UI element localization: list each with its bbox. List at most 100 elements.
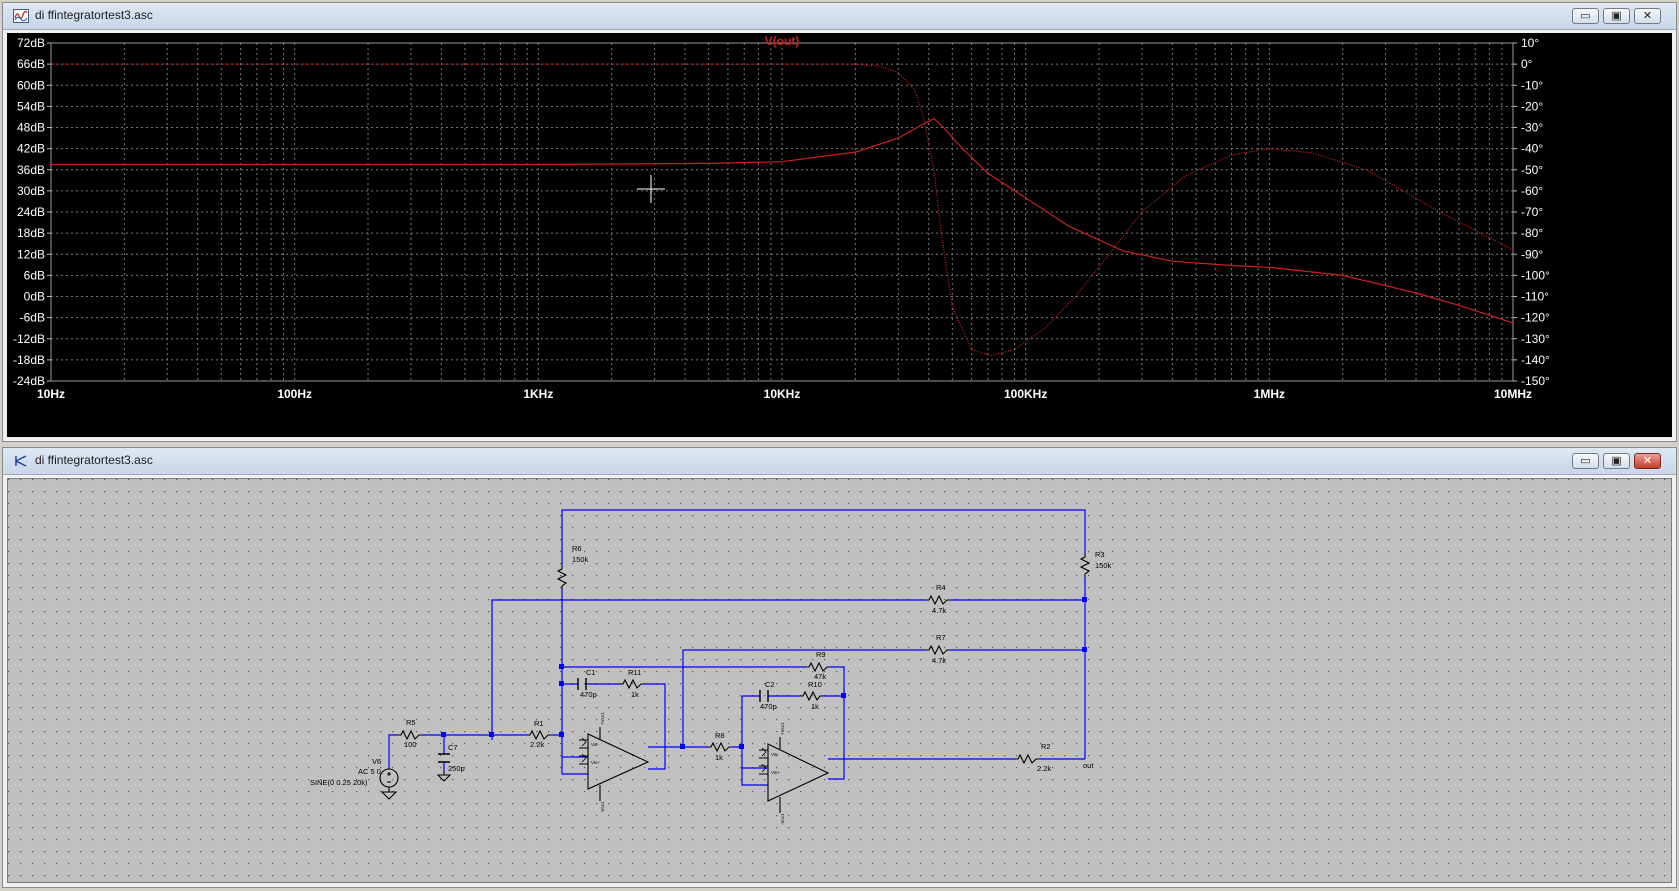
r10-value: 1k xyxy=(811,702,819,711)
restore-button[interactable]: ✕ xyxy=(1634,8,1661,24)
schematic-icon xyxy=(15,455,27,467)
c7-value: 250p xyxy=(448,764,465,773)
right-axis-label: -80° xyxy=(1521,226,1543,240)
right-axis-label: -140° xyxy=(1521,353,1550,367)
x-axis-label: 10KHz xyxy=(764,387,801,401)
schematic-window-titlebar[interactable]: di ffintegratortest3.asc ▭ ▣ ✕ xyxy=(3,448,1676,475)
left-axis-label: 24dB xyxy=(17,205,45,219)
schematic-window[interactable]: di ffintegratortest3.asc ▭ ▣ ✕ R6 150k R… xyxy=(2,447,1677,888)
bode-plot[interactable]: 72dB 66dB 60dB 54dB 48dB 42dB 36dB 30dB 24dB 18dB… xyxy=(7,33,1672,437)
minimize-button[interactable]: ▭ xyxy=(1572,453,1599,469)
r6-value: 150k xyxy=(572,555,589,564)
maximize-button[interactable]: ▣ xyxy=(1603,8,1630,24)
c1-name: C1 xyxy=(586,668,596,677)
schematic-drawing[interactable]: R6 150k R3 150k R4 4.7k R7 4.7k R9 47k C… xyxy=(8,479,1672,883)
left-axis-label: 54dB xyxy=(17,99,45,113)
right-axis-label: -150° xyxy=(1521,374,1550,388)
left-axis-label: -18dB xyxy=(13,353,45,367)
right-axis-label: -10° xyxy=(1521,78,1543,92)
c2-name: C2 xyxy=(765,680,775,689)
close-button[interactable]: ✕ xyxy=(1634,453,1661,469)
r4-value: 4.7k xyxy=(932,606,946,615)
plot-area[interactable]: 72dB 66dB 60dB 54dB 48dB 42dB 36dB 30dB 24dB 18dB… xyxy=(7,33,1672,437)
minimize-icon: ▭ xyxy=(1580,455,1591,467)
left-axis-label: 30dB xyxy=(17,184,45,198)
left-axis-label: 12dB xyxy=(17,247,45,261)
v6-sine: SINE(0 0.25 20k) xyxy=(310,778,368,787)
r9-name: R9 xyxy=(816,650,826,659)
left-axis-label: -6dB xyxy=(20,311,45,325)
r2-value: 2.2k xyxy=(1037,764,1051,773)
r10-name: R10 xyxy=(808,680,822,689)
r1-value: 2.2k xyxy=(530,740,544,749)
maximize-icon: ▣ xyxy=(1611,455,1622,467)
left-axis-label: 36dB xyxy=(17,163,45,177)
r7-name: R7 xyxy=(936,633,946,642)
plot-window-title: di ffintegratortest3.asc xyxy=(35,8,153,22)
maximize-button[interactable]: ▣ xyxy=(1603,453,1630,469)
r7-value: 4.7k xyxy=(932,656,946,665)
close-icon: ✕ xyxy=(1642,455,1653,467)
x-axis-label: 10MHz xyxy=(1494,387,1532,401)
left-axis-label: 0dB xyxy=(24,290,45,304)
x-axis-label: 100KHz xyxy=(1004,387,1047,401)
right-axis-label: -50° xyxy=(1521,163,1543,177)
left-axis-label: 60dB xyxy=(17,78,45,92)
v6-name: V6 xyxy=(372,757,381,766)
u1-vcc-label: +Vcc1 xyxy=(600,712,605,725)
plot-window[interactable]: di ffintegratortest3.asc ▭ ▣ ✕ 72dB 66dB 6… xyxy=(2,2,1677,442)
u2-vee-label: -Vcc1 xyxy=(780,813,785,825)
left-axis-label: 6dB xyxy=(24,268,45,282)
c7-name: C7 xyxy=(448,743,458,752)
u1-vin-p-label: Vin+ xyxy=(591,760,600,765)
c2-value: 470p xyxy=(760,702,777,711)
schematic-window-title: di ffintegratortest3.asc xyxy=(35,453,153,467)
right-axis-label: -130° xyxy=(1521,332,1550,346)
x-axis-label: 10Hz xyxy=(37,387,65,401)
left-axis-label: 18dB xyxy=(17,226,45,240)
left-axis-label: 42dB xyxy=(17,142,45,156)
right-axis-label: 10° xyxy=(1521,36,1539,50)
plot-window-titlebar[interactable]: di ffintegratortest3.asc ▭ ▣ ✕ xyxy=(3,3,1676,30)
out-net-label: out xyxy=(1083,761,1094,770)
close-icon: ✕ xyxy=(1642,10,1653,22)
r5-value: 100 xyxy=(404,740,417,749)
right-axis-label: -100° xyxy=(1521,268,1550,282)
right-axis-label: -60° xyxy=(1521,184,1543,198)
right-axis-label: -70° xyxy=(1521,205,1543,219)
u2-vin-n-label: Vin- xyxy=(771,752,779,757)
r2-name: R2 xyxy=(1041,742,1051,751)
c1-value: 470p xyxy=(580,690,597,699)
right-axis-label: -30° xyxy=(1521,121,1543,135)
right-axis-label: 0° xyxy=(1521,57,1533,71)
r5-name: R5 xyxy=(406,718,416,727)
v6-ac: AC 5 0 xyxy=(358,767,381,776)
u2-vcc-label: +Vcc1 xyxy=(780,722,785,735)
grid-dots xyxy=(8,479,1671,882)
x-axis-label: 1KHz xyxy=(523,387,553,401)
waveform-icon xyxy=(13,9,29,23)
right-axis-label: -20° xyxy=(1521,99,1543,113)
r8-name: R8 xyxy=(715,731,725,740)
right-axis-label: -120° xyxy=(1521,311,1550,325)
r6-name: R6 xyxy=(572,544,582,553)
right-axis-label: -40° xyxy=(1521,142,1543,156)
u2-vin-p-label: Vin+ xyxy=(771,770,780,775)
trace-label: V(out) xyxy=(765,34,800,48)
r3-name: R3 xyxy=(1095,550,1105,559)
schematic-canvas[interactable]: R6 150k R3 150k R4 4.7k R7 4.7k R9 47k C… xyxy=(7,478,1672,883)
r11-value: 1k xyxy=(631,690,639,699)
right-axis-label: -90° xyxy=(1521,247,1543,261)
x-axis-label: 1MHz xyxy=(1254,387,1285,401)
left-axis-label: 72dB xyxy=(17,36,45,50)
r8-value: 1k xyxy=(715,753,723,762)
r4-name: R4 xyxy=(936,583,946,592)
left-axis-label: 66dB xyxy=(17,57,45,71)
x-axis-label: 100Hz xyxy=(277,387,312,401)
maximize-icon: ▣ xyxy=(1611,10,1622,22)
minimize-button[interactable]: ▭ xyxy=(1572,8,1599,24)
minimize-icon: ▭ xyxy=(1580,10,1591,22)
left-axis-label: 48dB xyxy=(17,121,45,135)
u1-vee-label: -Vcc1 xyxy=(600,801,605,813)
r11-name: R11 xyxy=(628,668,641,677)
